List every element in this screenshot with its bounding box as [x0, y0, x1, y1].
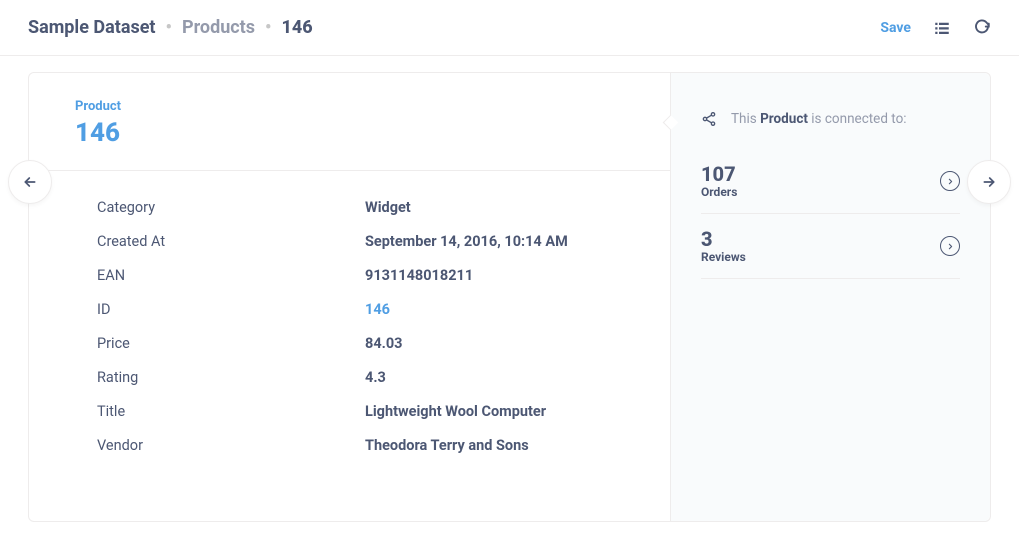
- field-row: VendorTheodora Terry and Sons: [97, 437, 624, 454]
- field-label: Title: [97, 403, 365, 420]
- breadcrumb-dataset[interactable]: Sample Dataset: [28, 17, 156, 38]
- connected-text: This Product is connected to:: [731, 111, 907, 127]
- share-icon: [701, 111, 717, 127]
- header-actions: Save: [880, 19, 991, 37]
- related-count: 3: [701, 228, 746, 250]
- app-header: Sample Dataset • Products • 146 Save: [0, 0, 1019, 56]
- entity-id: 146: [75, 118, 624, 148]
- field-value: 4.3: [365, 369, 386, 386]
- field-value: September 14, 2016, 10:14 AM: [365, 233, 568, 250]
- field-value: Widget: [365, 199, 411, 216]
- main: Product 146 CategoryWidgetCreated AtSept…: [0, 56, 1019, 538]
- chevron-right-icon: [940, 171, 960, 191]
- entity-type-label: Product: [75, 99, 624, 114]
- field-label: Rating: [97, 369, 365, 386]
- field-value: Lightweight Wool Computer: [365, 403, 546, 420]
- field-row: Price84.03: [97, 335, 624, 352]
- field-row: CategoryWidget: [97, 199, 624, 216]
- save-button[interactable]: Save: [880, 20, 911, 36]
- record-card: Product 146 CategoryWidgetCreated AtSept…: [28, 72, 991, 522]
- related-item[interactable]: 3Reviews: [701, 214, 960, 279]
- next-record-button[interactable]: [967, 160, 1011, 204]
- chevron-right-icon: [940, 236, 960, 256]
- field-row: ID146: [97, 301, 624, 318]
- connected-header: This Product is connected to:: [671, 73, 990, 157]
- list-icon[interactable]: [933, 19, 951, 37]
- field-label: Category: [97, 199, 365, 216]
- field-label: EAN: [97, 267, 365, 284]
- refresh-icon[interactable]: [973, 19, 991, 37]
- field-label: Created At: [97, 233, 365, 250]
- field-row: Created AtSeptember 14, 2016, 10:14 AM: [97, 233, 624, 250]
- record-details: Product 146 CategoryWidgetCreated AtSept…: [29, 73, 670, 521]
- field-value: Theodora Terry and Sons: [365, 437, 529, 454]
- related-item[interactable]: 107Orders: [701, 157, 960, 214]
- field-row: Rating4.3: [97, 369, 624, 386]
- breadcrumb-id: 146: [281, 17, 312, 38]
- related-label: Orders: [701, 185, 737, 199]
- field-value: 84.03: [365, 335, 402, 352]
- connected-panel: This Product is connected to: 107Orders3…: [670, 73, 990, 521]
- breadcrumb: Sample Dataset • Products • 146: [28, 17, 313, 38]
- field-row: EAN9131148018211: [97, 267, 624, 284]
- field-label: ID: [97, 301, 365, 318]
- breadcrumb-table[interactable]: Products: [182, 17, 255, 38]
- breadcrumb-separator: •: [265, 17, 271, 38]
- field-value: 9131148018211: [365, 267, 473, 284]
- field-row: TitleLightweight Wool Computer: [97, 403, 624, 420]
- field-value[interactable]: 146: [365, 301, 390, 318]
- related-list: 107Orders3Reviews: [671, 157, 990, 279]
- record-header: Product 146: [29, 73, 670, 171]
- field-list: CategoryWidgetCreated AtSeptember 14, 20…: [29, 171, 670, 491]
- breadcrumb-separator: •: [166, 17, 172, 38]
- prev-record-button[interactable]: [8, 160, 52, 204]
- related-count: 107: [701, 163, 737, 185]
- field-label: Vendor: [97, 437, 365, 454]
- field-label: Price: [97, 335, 365, 352]
- related-label: Reviews: [701, 250, 746, 264]
